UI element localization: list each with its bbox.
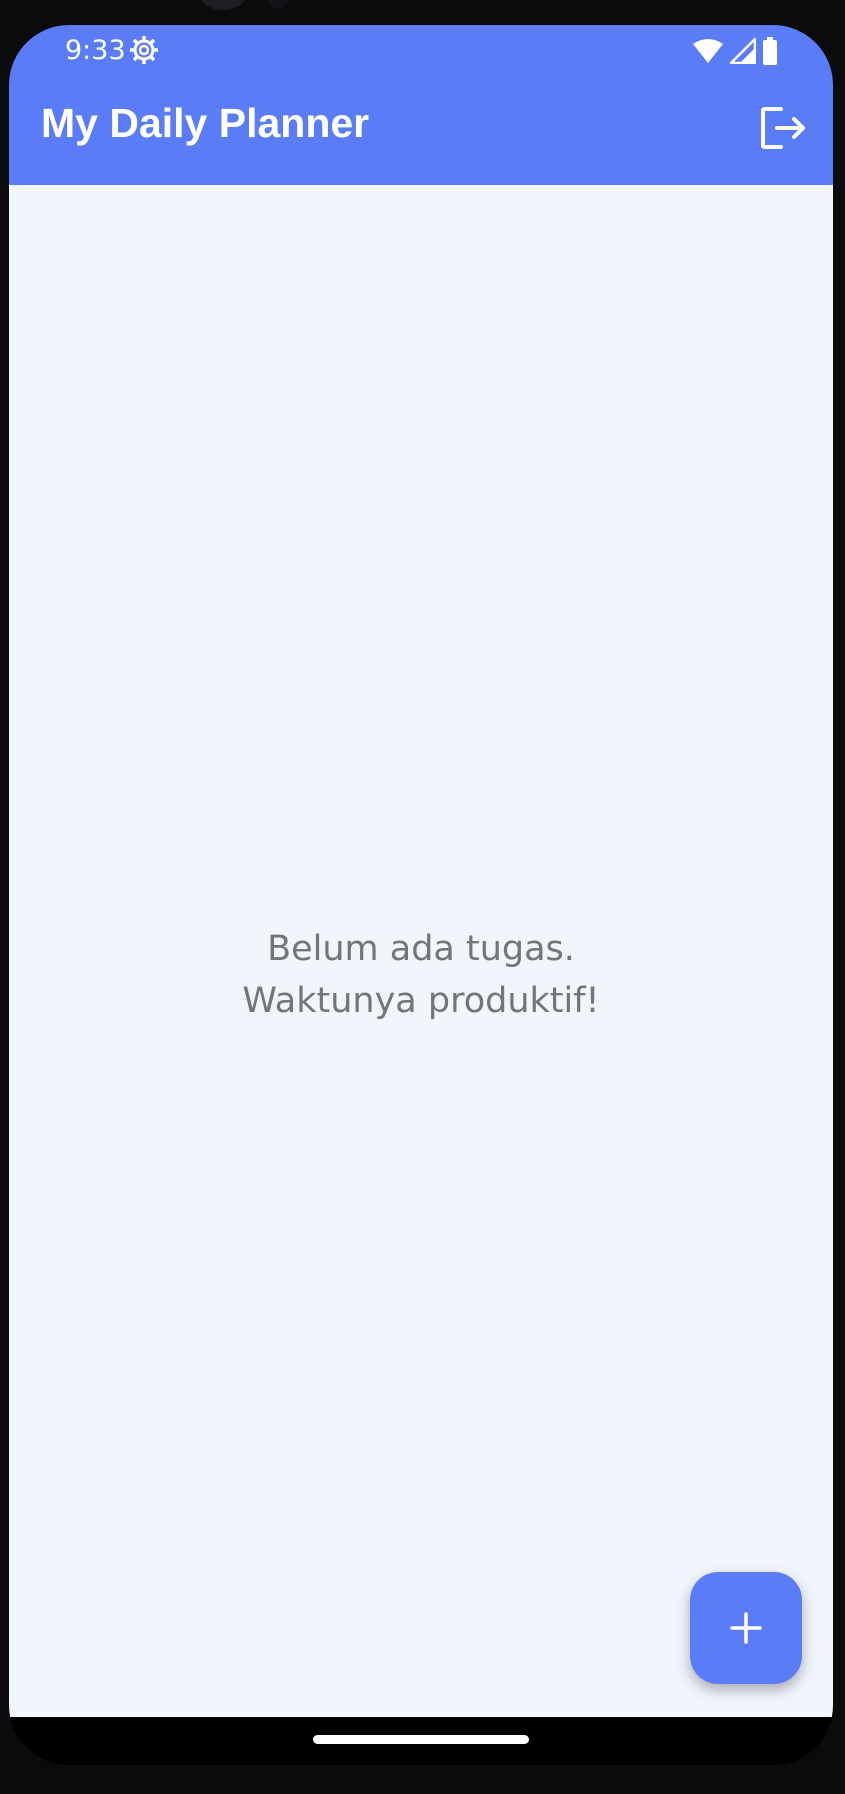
signal-icon (730, 38, 756, 64)
system-icons (692, 37, 778, 65)
empty-state-line-1: Belum ada tugas. (267, 929, 575, 969)
navigation-bar (9, 1717, 833, 1765)
add-task-button[interactable] (690, 1572, 802, 1684)
home-gesture-handle[interactable] (313, 1735, 529, 1744)
app-bar: 9:33 My Daily Planner (9, 25, 833, 185)
plus-icon (730, 1612, 762, 1644)
page-title: My Daily Planner (41, 100, 370, 146)
gear-icon (130, 36, 158, 64)
screen: 9:33 My Daily Planner Belum ada tugas. W… (9, 25, 833, 1765)
empty-state-message: Belum ada tugas. Waktunya produktif! (9, 923, 833, 1027)
status-time: 9:33 (65, 35, 126, 66)
battery-icon (763, 37, 777, 65)
wifi-icon (693, 39, 723, 63)
front-camera (200, 0, 246, 10)
camera-sensor (268, 0, 288, 8)
device-frame: 9:33 My Daily Planner Belum ada tugas. W… (0, 0, 845, 1794)
empty-state-line-2: Waktunya produktif! (242, 981, 600, 1021)
task-list-area: Belum ada tugas. Waktunya produktif! (9, 185, 833, 1717)
logout-icon[interactable] (759, 105, 807, 151)
status-bar: 9:33 (9, 25, 833, 81)
